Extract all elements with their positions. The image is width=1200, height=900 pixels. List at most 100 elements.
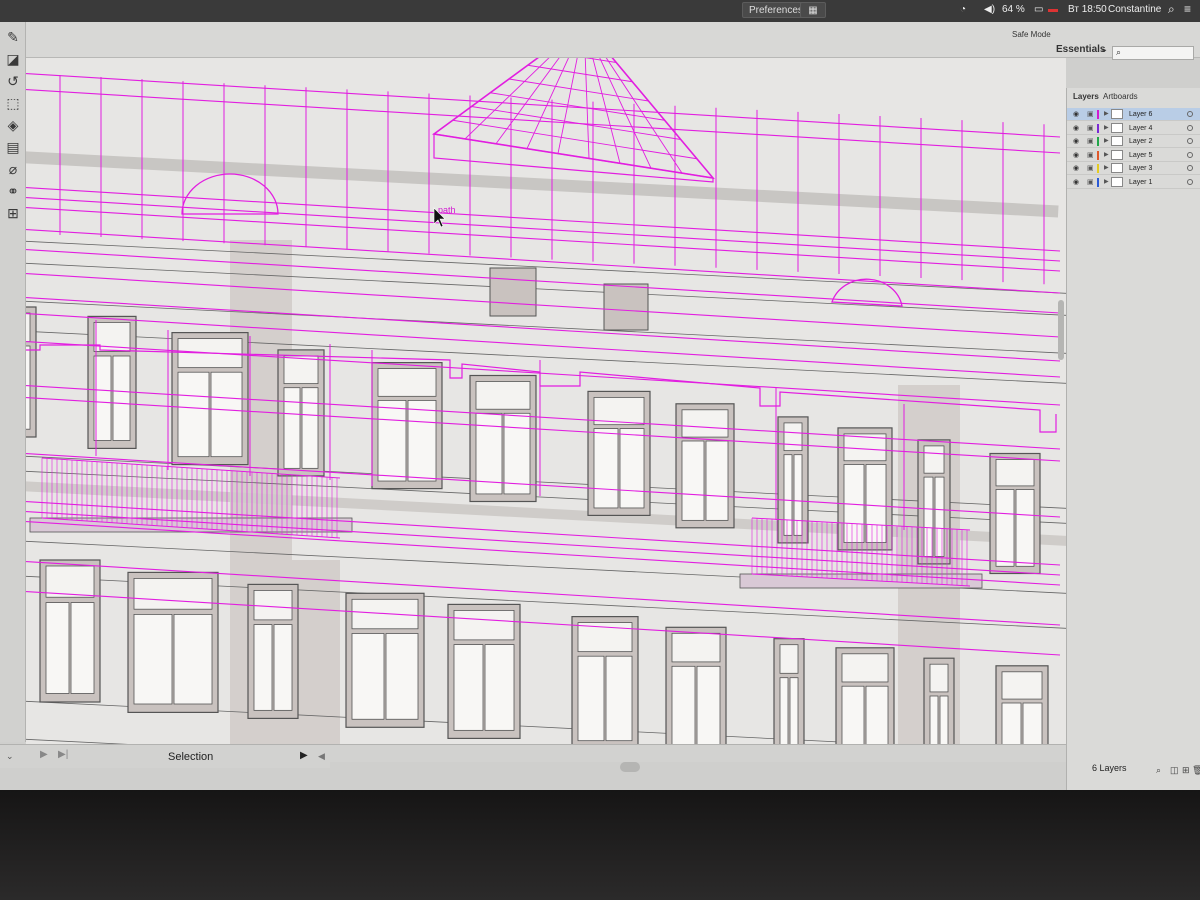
expand-arrow-icon[interactable]: ▶ [1104, 108, 1109, 121]
expand-arrow-icon[interactable]: ▶ [1104, 135, 1109, 148]
guide-horizontal[interactable] [26, 248, 1061, 314]
window-sash [779, 677, 789, 744]
layer-row[interactable]: ◉ ▣ ▶ Layer 1 [1067, 176, 1200, 189]
layer-row[interactable]: ◉ ▣ ▶ Layer 2 [1067, 135, 1200, 148]
window-sash [1022, 702, 1043, 744]
layer-target-icon[interactable] [1187, 151, 1193, 158]
layer-target-icon[interactable] [1187, 165, 1193, 171]
spotlight-search-icon[interactable]: ⌕ [1168, 2, 1175, 17]
lock-icon[interactable]: ▣ [1087, 162, 1094, 175]
tab-artboards[interactable]: Artboards [1103, 92, 1138, 101]
horizontal-scroll-thumb[interactable] [620, 762, 640, 772]
arrange-documents-icon[interactable]: ▦ [800, 2, 826, 18]
user-name[interactable]: Constantine [1108, 4, 1161, 15]
window-sash [453, 644, 484, 731]
eraser-tool-icon[interactable]: ◪ [4, 50, 22, 68]
lock-icon[interactable]: ▣ [1087, 149, 1094, 162]
visibility-eye-icon[interactable]: ◉ [1073, 176, 1079, 189]
lock-icon[interactable]: ▣ [1087, 135, 1094, 148]
vertical-scrollbar[interactable] [1058, 300, 1064, 360]
tab-layers[interactable]: Layers [1073, 92, 1099, 101]
layer-name[interactable]: Layer 4 [1129, 122, 1152, 135]
last-artboard-icon[interactable]: ▶| [58, 749, 68, 760]
lock-icon[interactable]: ▣ [1087, 122, 1094, 135]
window-sash [865, 685, 889, 744]
visibility-eye-icon[interactable]: ◉ [1073, 108, 1079, 121]
layer-name[interactable]: Layer 1 [1129, 176, 1152, 189]
window-transom [783, 422, 803, 452]
volume-icon[interactable]: ◀) [984, 4, 995, 15]
horizontal-scrollbar[interactable] [330, 762, 1066, 774]
lock-icon[interactable]: ▣ [1087, 176, 1094, 189]
chevron-down-icon[interactable]: ⌄ [6, 751, 14, 762]
expand-arrow-icon[interactable]: ▶ [1104, 162, 1109, 175]
safe-mode-label[interactable]: Safe Mode [1012, 30, 1051, 39]
new-layer-icon[interactable]: ⊞ [1182, 762, 1190, 778]
artboard-canvas[interactable]: path [26, 58, 1066, 744]
layer-row[interactable]: ◉ ▣ ▶ Layer 6 [1067, 108, 1200, 121]
guide-horizontal[interactable] [26, 186, 1061, 252]
blend-tool-icon[interactable]: ⚭ [4, 182, 22, 200]
make-clipping-mask-icon[interactable]: ◫ [1170, 762, 1179, 778]
pen-tool-icon[interactable]: ✎ [4, 28, 22, 46]
pediment-base-guide[interactable] [433, 133, 714, 183]
wifi-icon[interactable]: ◔ [960, 4, 966, 15]
notification-menu-icon[interactable]: ≡ [1184, 2, 1191, 16]
artboard-tool-icon[interactable]: ⊞ [4, 204, 22, 222]
lock-icon[interactable]: ▣ [1087, 108, 1094, 121]
chevron-down-icon[interactable]: ⌄ [1100, 44, 1108, 55]
system-clock[interactable]: Вт 18:50 [1068, 4, 1107, 15]
window-sash [177, 371, 210, 458]
free-transform-tool-icon[interactable]: ⬚ [4, 94, 22, 112]
visibility-eye-icon[interactable]: ◉ [1073, 135, 1079, 148]
facade-horizontal-line [26, 240, 1066, 294]
window-sash [26, 345, 31, 430]
scroll-left-icon[interactable]: ◀ [318, 751, 325, 762]
layer-row[interactable]: ◉ ▣ ▶ Layer 4 [1067, 122, 1200, 135]
facade-drawing[interactable]: path [26, 58, 1066, 744]
search-input[interactable] [1112, 46, 1194, 60]
layer-name[interactable]: Layer 5 [1129, 149, 1152, 162]
window-sash [865, 464, 887, 543]
battery-level: 64 % [1002, 4, 1025, 15]
layer-target-icon[interactable] [1187, 111, 1193, 117]
battery-icon[interactable]: ▭ [1034, 4, 1043, 15]
shape-builder-tool-icon[interactable]: ◈ [4, 116, 22, 134]
locate-object-icon[interactable]: ⌕ [1156, 762, 1161, 778]
layer-name[interactable]: Layer 2 [1129, 135, 1152, 148]
window-sash [696, 665, 721, 744]
window-transom [923, 445, 945, 474]
layer-name[interactable]: Layer 3 [1129, 162, 1152, 175]
gradient-tool-icon[interactable]: ▤ [4, 138, 22, 156]
workspace-switcher[interactable]: Essentials [1056, 44, 1105, 55]
expand-arrow-icon[interactable]: ▶ [1104, 149, 1109, 162]
guide-horizontal[interactable] [26, 72, 1061, 138]
layer-name[interactable]: Layer 6 [1129, 108, 1152, 121]
layer-target-icon[interactable] [1187, 138, 1193, 144]
layer-target-icon[interactable] [1187, 124, 1193, 131]
status-menu-arrow-icon[interactable]: ▶ [300, 750, 308, 761]
layer-row[interactable]: ◉ ▣ ▶ Layer 5 [1067, 149, 1200, 162]
window-sash [210, 371, 243, 458]
expand-arrow-icon[interactable]: ▶ [1104, 122, 1109, 135]
app-bar: Preferences ▦ ◔ ◀) 64 % ▭ ▬ Вт 18:50 Con… [0, 0, 1200, 22]
input-source-flag-icon[interactable]: ▬ [1048, 4, 1058, 15]
window-sash [45, 602, 70, 694]
layer-row[interactable]: ◉ ▣ ▶ Layer 3 [1067, 162, 1200, 175]
layer-target-icon[interactable] [1187, 178, 1193, 185]
expand-arrow-icon[interactable]: ▶ [1104, 176, 1109, 189]
window-sash [301, 387, 319, 469]
eyedropper-tool-icon[interactable]: ⌀ [4, 160, 22, 178]
delete-layer-icon[interactable]: 🗑 [1192, 762, 1200, 778]
layer-thumbnail [1111, 109, 1123, 119]
visibility-eye-icon[interactable]: ◉ [1073, 162, 1079, 175]
window-transom [995, 459, 1035, 487]
visibility-eye-icon[interactable]: ◉ [1073, 149, 1079, 162]
window-sash [793, 454, 803, 536]
next-artboard-icon[interactable]: ▶ [40, 749, 48, 760]
guide-horizontal[interactable] [26, 88, 1061, 154]
visibility-eye-icon[interactable]: ◉ [1073, 122, 1079, 135]
window-transom [475, 381, 531, 410]
rotate-tool-icon[interactable]: ↺ [4, 72, 22, 90]
layer-color-swatch [1097, 123, 1099, 133]
